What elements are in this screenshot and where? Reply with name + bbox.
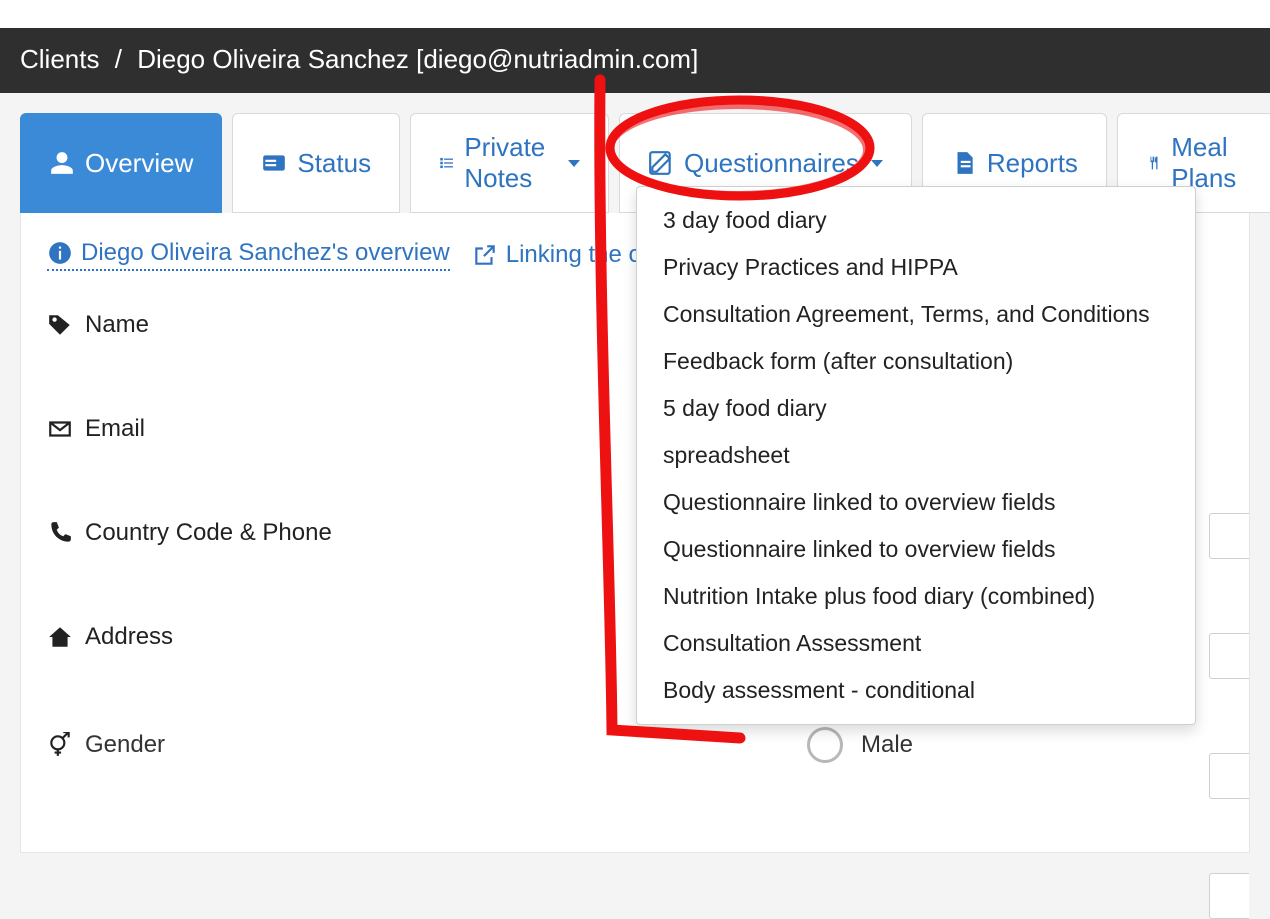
home-icon <box>47 624 73 650</box>
field-name-label: Name <box>85 311 149 339</box>
edit-icon <box>648 150 674 176</box>
tab-reports-label: Reports <box>987 148 1078 179</box>
tag-icon <box>47 312 73 338</box>
tab-status[interactable]: Status <box>232 113 400 213</box>
field-address-label: Address <box>85 623 173 651</box>
id-card-icon <box>261 150 287 176</box>
dropdown-item[interactable]: spreadsheet <box>637 432 1195 479</box>
file-icon <box>951 150 977 176</box>
dropdown-item[interactable]: Feedback form (after consultation) <box>637 338 1195 385</box>
tab-meal-plans-label: Meal Plans <box>1171 132 1247 194</box>
tab-overview[interactable]: Overview <box>20 113 222 213</box>
linking-external-link[interactable]: Linking the o <box>472 241 642 269</box>
client-overview-link[interactable]: Diego Oliveira Sanchez's overview <box>47 239 450 271</box>
gender-icon <box>47 732 73 758</box>
list-icon <box>439 150 454 176</box>
breadcrumb: Clients / Diego Oliveira Sanchez [diego@… <box>0 28 1270 93</box>
user-icon <box>49 150 75 176</box>
input-stub[interactable] <box>1209 753 1249 799</box>
gender-option-male-label: Male <box>861 731 913 759</box>
chevron-down-icon <box>871 160 883 167</box>
dropdown-item[interactable]: Questionnaire linked to overview fields <box>637 479 1195 526</box>
breadcrumb-root[interactable]: Clients <box>20 44 99 74</box>
input-stub[interactable] <box>1209 633 1249 679</box>
field-gender: Gender <box>47 731 807 759</box>
dropdown-item[interactable]: Consultation Assessment <box>637 620 1195 667</box>
window-top-spacer <box>0 0 1270 28</box>
dropdown-item[interactable]: 3 day food diary <box>637 197 1195 244</box>
dropdown-item[interactable]: 5 day food diary <box>637 385 1195 432</box>
dropdown-item[interactable]: Body assessment - conditional <box>637 667 1195 714</box>
info-circle-icon <box>47 240 73 266</box>
right-edge-input-stubs <box>1209 513 1249 919</box>
gender-option-male[interactable]: Male <box>807 727 913 763</box>
input-stub[interactable] <box>1209 873 1249 919</box>
field-phone-label: Country Code & Phone <box>85 519 332 547</box>
dropdown-item[interactable]: Privacy Practices and HIPPA <box>637 244 1195 291</box>
tab-private-notes-label: Private Notes <box>464 132 556 194</box>
phone-icon <box>47 520 73 546</box>
questionnaires-dropdown: 3 day food diary Privacy Practices and H… <box>636 186 1196 725</box>
dropdown-item[interactable]: Questionnaire linked to overview fields <box>637 526 1195 573</box>
field-gender-label: Gender <box>85 731 165 759</box>
breadcrumb-sep: / <box>115 44 122 74</box>
tab-overview-label: Overview <box>85 148 193 179</box>
chevron-down-icon <box>568 160 580 167</box>
tab-status-label: Status <box>297 148 371 179</box>
linking-external-link-label: Linking the o <box>506 241 642 269</box>
external-link-icon <box>472 242 498 268</box>
tab-private-notes[interactable]: Private Notes <box>410 113 609 213</box>
field-email-label: Email <box>85 415 145 443</box>
envelope-icon <box>47 416 73 442</box>
input-stub[interactable] <box>1209 513 1249 559</box>
breadcrumb-client: Diego Oliveira Sanchez [diego@nutriadmin… <box>137 44 698 74</box>
field-gender-row: Gender Male <box>47 727 1223 763</box>
client-overview-link-label: Diego Oliveira Sanchez's overview <box>81 239 450 267</box>
cutlery-icon <box>1146 150 1161 176</box>
tab-questionnaires-label: Questionnaires <box>684 148 859 179</box>
dropdown-item[interactable]: Nutrition Intake plus food diary (combin… <box>637 573 1195 620</box>
dropdown-item[interactable]: Consultation Agreement, Terms, and Condi… <box>637 291 1195 338</box>
radio-male[interactable] <box>807 727 843 763</box>
